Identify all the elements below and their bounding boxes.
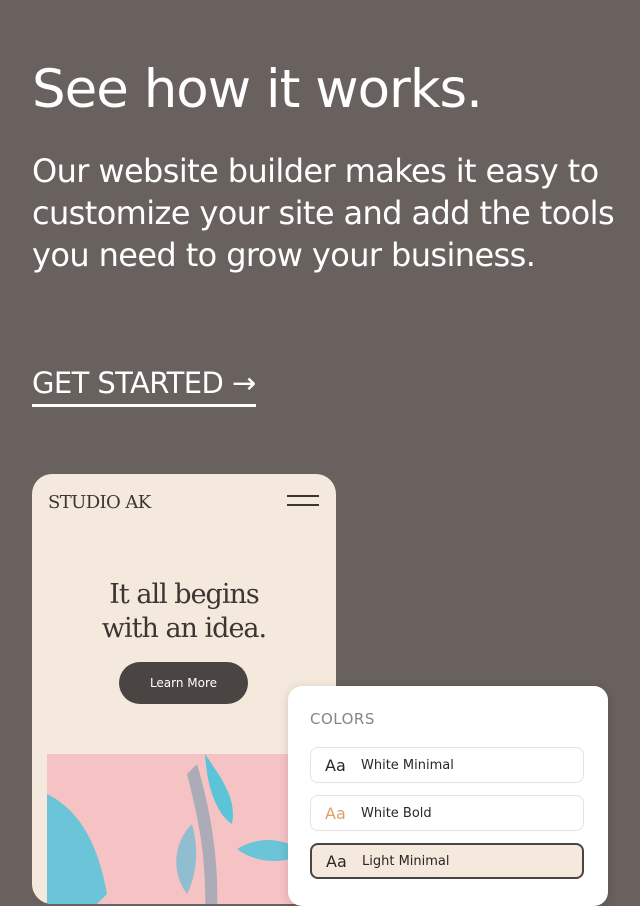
mockup-hero-title-line1: It all begins [109, 579, 259, 610]
colors-panel: COLORS Aa White Minimal Aa White Bold Aa… [288, 686, 608, 906]
headline: See how it works. [32, 59, 483, 120]
color-option-white-bold[interactable]: Aa White Bold [310, 795, 584, 831]
mockup-brand-logo: STUDIO AK [48, 492, 151, 513]
get-started-link[interactable]: GET STARTED → [32, 364, 256, 407]
font-sample-icon: Aa [325, 803, 346, 823]
mockup-hero-title-line2: with an idea. [101, 613, 267, 644]
color-option-label: White Bold [361, 805, 432, 821]
colors-panel-title: COLORS [310, 710, 375, 728]
plant-illustration [47, 754, 307, 904]
color-option-white-minimal[interactable]: Aa White Minimal [310, 747, 584, 783]
hero-subtext: Our website builder makes it easy to cus… [32, 152, 615, 274]
mockup-hero-image [47, 754, 322, 904]
color-option-light-minimal[interactable]: Aa Light Minimal [310, 843, 584, 879]
font-sample-icon: Aa [326, 851, 347, 871]
font-sample-icon: Aa [325, 755, 346, 775]
mockup-hero-title: It all begins with an idea. [32, 578, 336, 646]
color-option-label: Light Minimal [362, 853, 450, 869]
learn-more-button[interactable]: Learn More [119, 662, 248, 704]
color-option-label: White Minimal [361, 757, 454, 773]
hamburger-menu-icon[interactable] [287, 493, 321, 511]
